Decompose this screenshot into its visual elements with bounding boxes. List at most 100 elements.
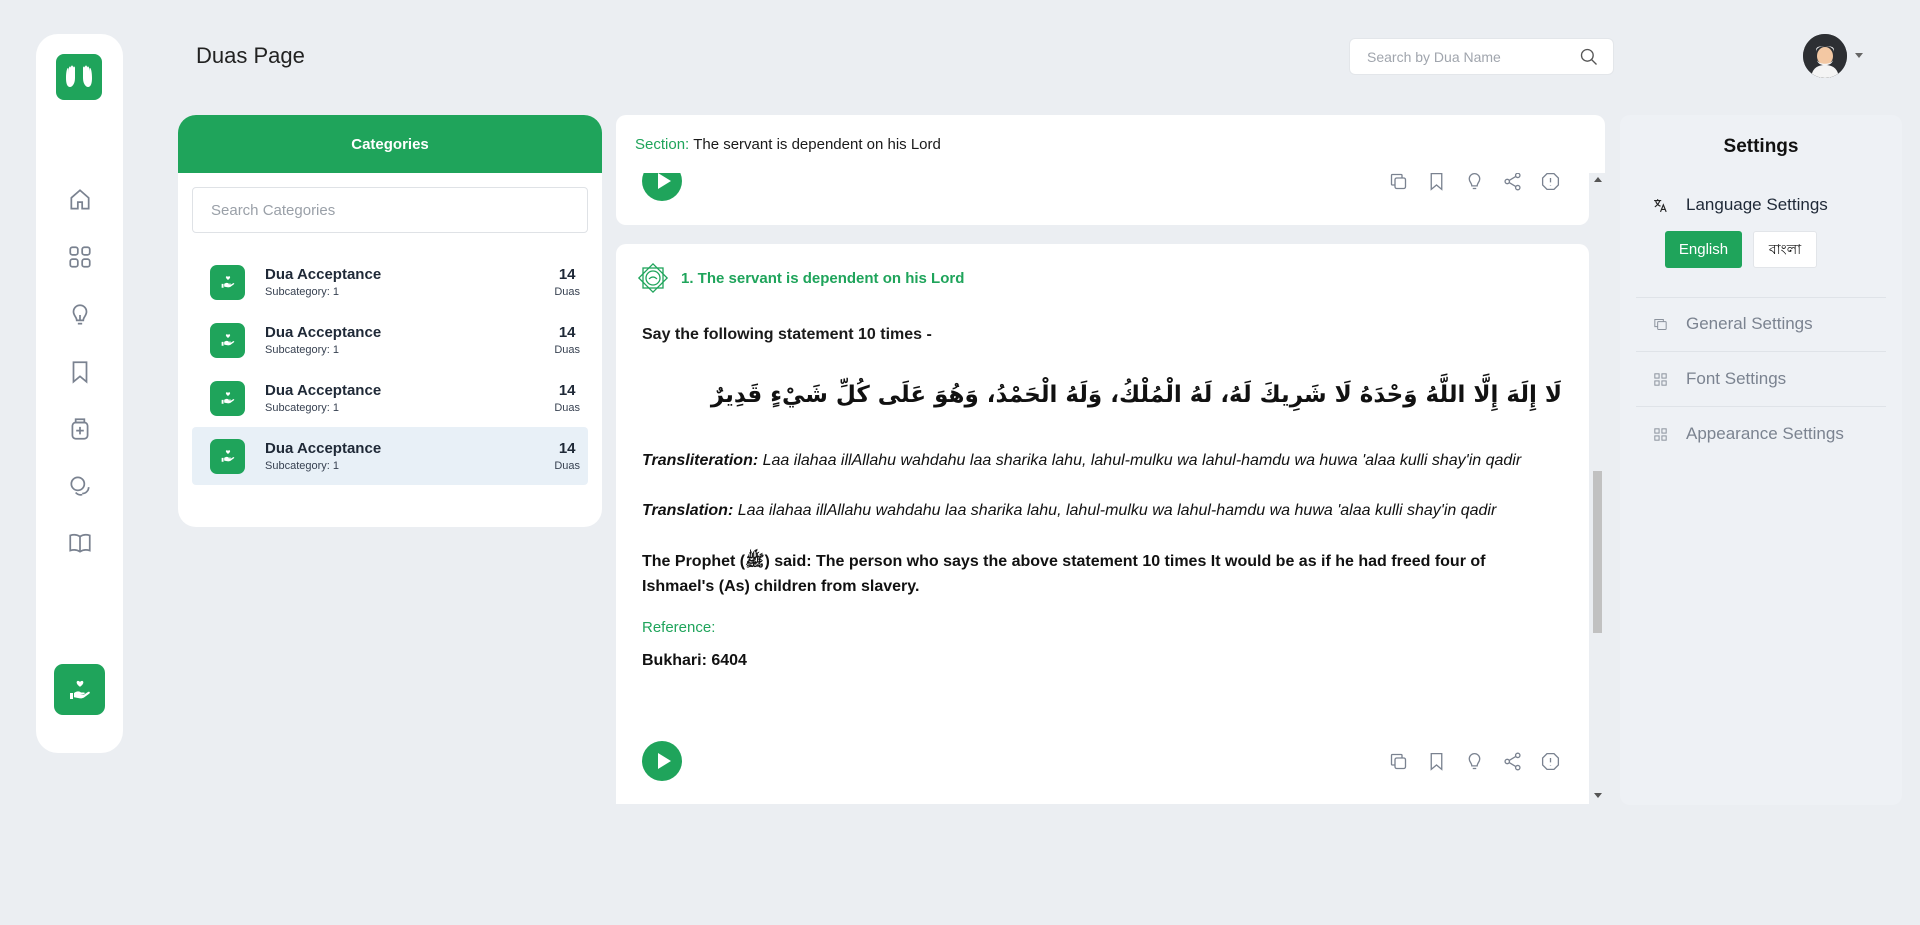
dua-intro: Say the following statement 10 times - [642, 326, 932, 343]
nav-books-button[interactable] [36, 530, 123, 556]
search-bar [1349, 38, 1614, 75]
appearance-settings-label: Appearance Settings [1686, 424, 1844, 443]
language-settings[interactable]: Language Settings [1652, 195, 1828, 215]
divider [1636, 297, 1886, 298]
translate-icon [1654, 198, 1667, 212]
search-icon[interactable] [1579, 47, 1599, 67]
dua-actions [1387, 170, 1561, 192]
category-subcount: Subcategory: 1 [265, 344, 339, 356]
divider [1636, 406, 1886, 407]
logo-hands-icon[interactable] [56, 54, 102, 100]
bookmark-icon[interactable] [1425, 170, 1447, 192]
nav-tips-button[interactable] [36, 302, 123, 328]
lightbulb-icon [72, 304, 87, 325]
content-scrollbar[interactable] [1591, 173, 1605, 803]
categories-panel: Categories Dua Acceptance Subcategory: 1 … [178, 115, 602, 527]
copy-icon[interactable] [1387, 170, 1409, 192]
nav-bookmarks-button[interactable] [36, 359, 123, 385]
english-button[interactable]: English [1665, 231, 1742, 268]
nav-home-button[interactable] [36, 187, 123, 213]
category-list: Dua Acceptance Subcategory: 1 14 Duas Dua … [178, 253, 602, 485]
hand-heart-icon [210, 380, 245, 416]
divider [1636, 351, 1886, 352]
dua-translation: Translation: Laa ilahaa illAllahu wahdah… [642, 498, 1562, 523]
share-icon[interactable] [1501, 170, 1523, 192]
dua-search-input[interactable] [1367, 48, 1579, 65]
chat-icon [69, 476, 90, 496]
avatar[interactable] [1803, 34, 1847, 78]
scroll-up-icon[interactable] [1594, 177, 1602, 182]
page-title: Duas Page [196, 43, 305, 68]
star-badge-icon [637, 262, 669, 294]
lightbulb-icon[interactable] [1463, 750, 1485, 772]
dua-title: 1. The servant is dependent on his Lord [681, 269, 965, 287]
copy-icon [1654, 318, 1667, 330]
play-audio-button[interactable] [642, 741, 682, 781]
category-name: Dua Acceptance [265, 382, 382, 399]
report-icon[interactable] [1539, 750, 1561, 772]
dua-hadith: The Prophet (ﷺ) said: The person who say… [642, 553, 1486, 595]
category-item[interactable]: Dua Acceptance Subcategory: 1 14 Duas [192, 311, 588, 369]
category-name: Dua Acceptance [265, 440, 382, 457]
nav-categories-button[interactable] [36, 244, 123, 270]
font-settings-label: Font Settings [1686, 369, 1787, 388]
hand-heart-icon [210, 438, 245, 474]
category-dua-unit: Duas [554, 344, 580, 356]
nav-ruqyah-button[interactable] [36, 416, 123, 442]
category-name: Dua Acceptance [265, 324, 382, 341]
bangla-button[interactable]: বাংলা [1753, 231, 1817, 268]
category-subcount: Subcategory: 1 [265, 286, 339, 298]
categories-title: Categories [178, 115, 602, 173]
translation-text: Laa ilahaa illAllahu wahdahu laa sharika… [737, 502, 1497, 519]
general-settings[interactable]: General Settings [1652, 314, 1813, 334]
section-title: The servant is dependent on his Lord [693, 135, 941, 153]
nav-chat-button[interactable] [36, 473, 123, 499]
sidebar [36, 34, 123, 753]
category-search [192, 187, 588, 233]
lightbulb-icon[interactable] [1463, 170, 1485, 192]
bookmark-icon[interactable] [1425, 750, 1447, 772]
category-name: Dua Acceptance [265, 266, 382, 283]
copy-icon[interactable] [1387, 750, 1409, 772]
category-subcount: Subcategory: 1 [265, 402, 339, 414]
translation-label: Translation: [642, 502, 734, 519]
book-icon [68, 533, 91, 553]
report-icon[interactable] [1539, 170, 1561, 192]
bookmark-icon [72, 361, 87, 384]
general-settings-label: General Settings [1686, 314, 1813, 333]
hand-heart-icon [210, 322, 245, 358]
scrollbar-thumb[interactable] [1593, 471, 1602, 633]
settings-panel: Settings Language Settings English বাংলা… [1620, 115, 1902, 805]
hand-heart-icon [69, 680, 90, 699]
category-subcount: Subcategory: 1 [265, 460, 339, 472]
dua-actions [1387, 750, 1561, 772]
reference-value: Bukhari: 6404 [642, 652, 747, 669]
dua-arabic-text: لَا إِلَهَ إِلَّا اللَّهُ وَحْدَهُ لَا ش… [710, 382, 1562, 408]
dua-body: Say the following statement 10 times - ل… [642, 326, 1562, 670]
category-item[interactable]: Dua Acceptance Subcategory: 1 14 Duas [192, 253, 588, 311]
category-dua-count: 14 [558, 266, 576, 283]
medicine-icon [71, 418, 88, 440]
dua-header: 1. The servant is dependent on his Lord [635, 260, 964, 296]
category-dua-unit: Duas [554, 286, 580, 298]
category-item[interactable]: Dua Acceptance Subcategory: 1 14 Duas [192, 369, 588, 427]
donate-button[interactable] [54, 664, 105, 715]
appearance-settings[interactable]: Appearance Settings [1652, 424, 1844, 444]
section-label: Section: [635, 135, 690, 153]
category-item-active[interactable]: Dua Acceptance Subcategory: 1 14 Duas [192, 427, 588, 485]
grid-icon [1654, 372, 1667, 386]
font-settings[interactable]: Font Settings [1652, 369, 1786, 389]
settings-title: Settings [1723, 136, 1799, 157]
category-dua-count: 14 [558, 440, 576, 457]
chevron-down-icon[interactable] [1855, 53, 1863, 58]
transliteration-text: Laa ilahaa illAllahu wahdahu laa sharika… [762, 452, 1522, 469]
grid-icon [68, 246, 91, 268]
transliteration-label: Transliteration: [642, 452, 759, 469]
category-search-input[interactable] [211, 201, 569, 219]
share-icon[interactable] [1501, 750, 1523, 772]
home-icon [69, 189, 90, 210]
dua-card: 1. The servant is dependent on his Lord … [616, 244, 1589, 804]
language-options: English বাংলা [1665, 231, 1817, 268]
category-dua-unit: Duas [554, 460, 580, 472]
scroll-down-icon[interactable] [1594, 793, 1602, 798]
